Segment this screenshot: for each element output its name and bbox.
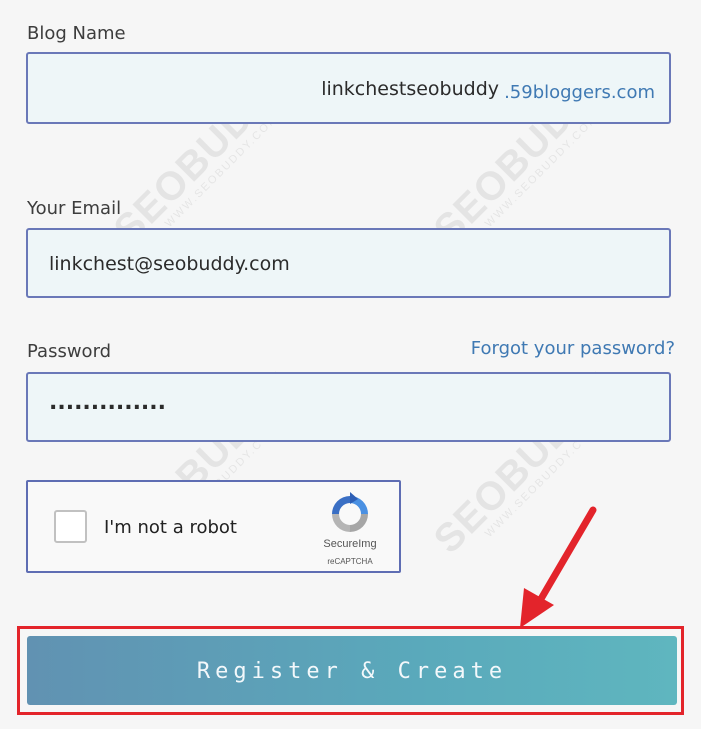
recaptcha-logo-icon	[332, 492, 368, 532]
blog-name-label: Blog Name	[27, 23, 126, 44]
blog-name-value: linkchestseobuddy	[321, 78, 499, 100]
recaptcha-checkbox[interactable]	[54, 510, 87, 543]
email-field[interactable]: linkchest@seobuddy.com	[26, 228, 671, 298]
blog-name-field[interactable]: linkchestseobuddy .59bloggers.com	[26, 52, 671, 124]
blog-domain-suffix: .59bloggers.com	[504, 82, 655, 103]
register-create-button[interactable]: Register & Create	[27, 636, 677, 705]
email-value: linkchest@seobuddy.com	[49, 253, 290, 275]
password-field[interactable]: ..............	[26, 372, 671, 442]
red-arrow-icon	[520, 506, 597, 628]
forgot-password-link[interactable]: Forgot your password?	[471, 338, 675, 359]
password-label: Password	[27, 341, 112, 362]
email-label: Your Email	[27, 198, 122, 219]
recaptcha-widget: I'm not a robot SecureImg reCAPTCHA	[26, 480, 401, 573]
recaptcha-label: I'm not a robot	[104, 517, 237, 538]
recaptcha-brand: SecureImg	[323, 538, 377, 550]
password-value: ..............	[49, 390, 167, 415]
recaptcha-sub: reCAPTCHA	[327, 557, 373, 566]
